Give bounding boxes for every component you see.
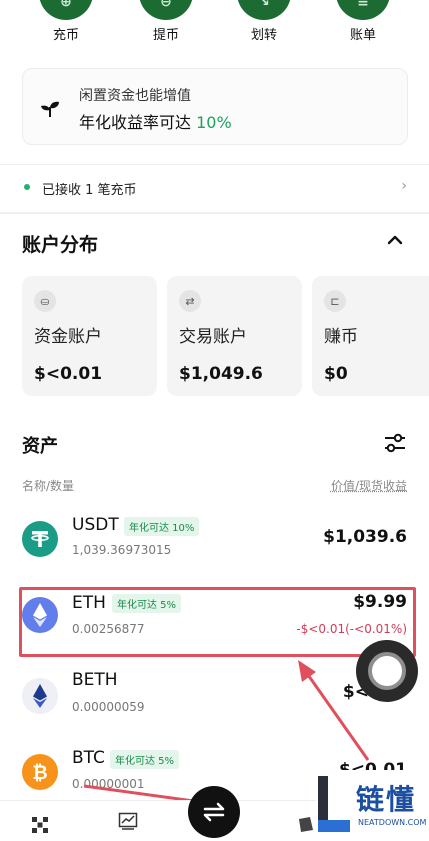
account-distribution-title: 账户分布 xyxy=(22,234,99,256)
column-header-value[interactable]: 价值/现货收益 xyxy=(331,477,407,494)
quick-actions: ⊕ 充币 ⊖ 提币 ↘ 划转 ≡ 账单 xyxy=(0,0,429,48)
status-dot xyxy=(24,184,30,190)
withdraw-label: 提币 xyxy=(152,28,179,43)
watermark-subtext: NEATDOWN.COM xyxy=(358,818,427,827)
swap-arrows-icon xyxy=(203,802,225,822)
chevron-up-icon[interactable] xyxy=(385,230,405,250)
bill-icon: ≡ xyxy=(336,0,390,20)
deposit-notice[interactable]: 已接收 1 笔充币 › xyxy=(0,168,429,208)
wallet-icon: ⛀ xyxy=(34,290,56,312)
asset-symbol: USDT xyxy=(72,515,119,535)
watermark-text: 链懂 xyxy=(356,783,417,816)
promo-rate-value: 10% xyxy=(196,113,232,132)
promo-headline: 闲置资金也能增值 xyxy=(79,88,191,104)
chevron-right-icon: › xyxy=(401,178,407,194)
account-balance: $0 xyxy=(324,364,348,384)
piggy-bank-icon: ⊏ xyxy=(324,290,346,312)
asset-symbol: BETH xyxy=(72,670,118,690)
deposit-label: 充币 xyxy=(52,28,79,43)
usdt-icon xyxy=(22,521,58,557)
asset-quantity: 0.00000001 xyxy=(72,777,145,791)
transfer-icon: ↘ xyxy=(237,0,291,20)
assets-tab-icon[interactable] xyxy=(296,815,316,835)
deposit-notice-text: 已接收 1 笔充币 xyxy=(42,183,137,198)
apy-badge: 年化可达 10% xyxy=(124,517,200,536)
grid-icon[interactable] xyxy=(30,815,50,835)
asset-quantity: 0.00000059 xyxy=(72,700,145,714)
account-name: 资金账户 xyxy=(34,327,102,347)
assistive-touch-inner xyxy=(368,652,406,690)
apy-badge: 年化可达 5% xyxy=(110,750,180,769)
withdraw-icon: ⊖ xyxy=(139,0,193,20)
trading-account-card[interactable]: ⇄ 交易账户 $1,049.6 xyxy=(167,276,302,396)
account-balance: $<0.01 xyxy=(34,364,103,384)
svg-text:₿: ₿ xyxy=(32,762,47,784)
promo-rate-prefix: 年化收益率可达 xyxy=(79,113,192,132)
watermark: 链懂 NEATDOWN.COM xyxy=(316,770,429,841)
section-divider xyxy=(0,212,429,214)
earn-account-card[interactable]: ⊏ 赚币 $0 xyxy=(312,276,429,396)
watermark-logo xyxy=(318,776,350,832)
asset-symbol: BTC xyxy=(72,748,105,768)
account-name: 交易账户 xyxy=(179,327,247,347)
divider xyxy=(0,164,429,165)
asset-quantity: 1,039.36973015 xyxy=(72,543,172,557)
funding-account-card[interactable]: ⛀ 资金账户 $<0.01 xyxy=(22,276,157,396)
btc-icon: ₿ xyxy=(22,754,58,790)
column-header-name: 名称/数量 xyxy=(22,479,75,493)
trade-button[interactable] xyxy=(188,786,240,838)
asset-row-usdt[interactable]: USDT 年化可达 10% 1,039.36973015 $1,039.6 xyxy=(0,505,429,585)
assistive-touch-button[interactable] xyxy=(356,640,418,702)
deposit-icon: ⊕ xyxy=(39,0,93,20)
beth-icon xyxy=(22,678,58,714)
account-balance: $1,049.6 xyxy=(179,364,263,384)
earn-promo-card[interactable]: 闲置资金也能增值 年化收益率可达 10% xyxy=(22,68,408,145)
bill-label: 账单 xyxy=(349,28,376,43)
filter-sliders-icon[interactable] xyxy=(383,432,407,454)
swap-icon: ⇄ xyxy=(179,290,201,312)
sprout-icon xyxy=(41,101,59,117)
account-name: 赚币 xyxy=(324,327,358,347)
market-chart-icon[interactable] xyxy=(118,811,138,831)
asset-value: $1,039.6 xyxy=(323,527,407,547)
promo-rate-line: 年化收益率可达 10% xyxy=(79,109,232,133)
highlight-annotation xyxy=(19,587,416,657)
assets-title: 资产 xyxy=(22,436,58,457)
transfer-label: 划转 xyxy=(250,28,277,43)
